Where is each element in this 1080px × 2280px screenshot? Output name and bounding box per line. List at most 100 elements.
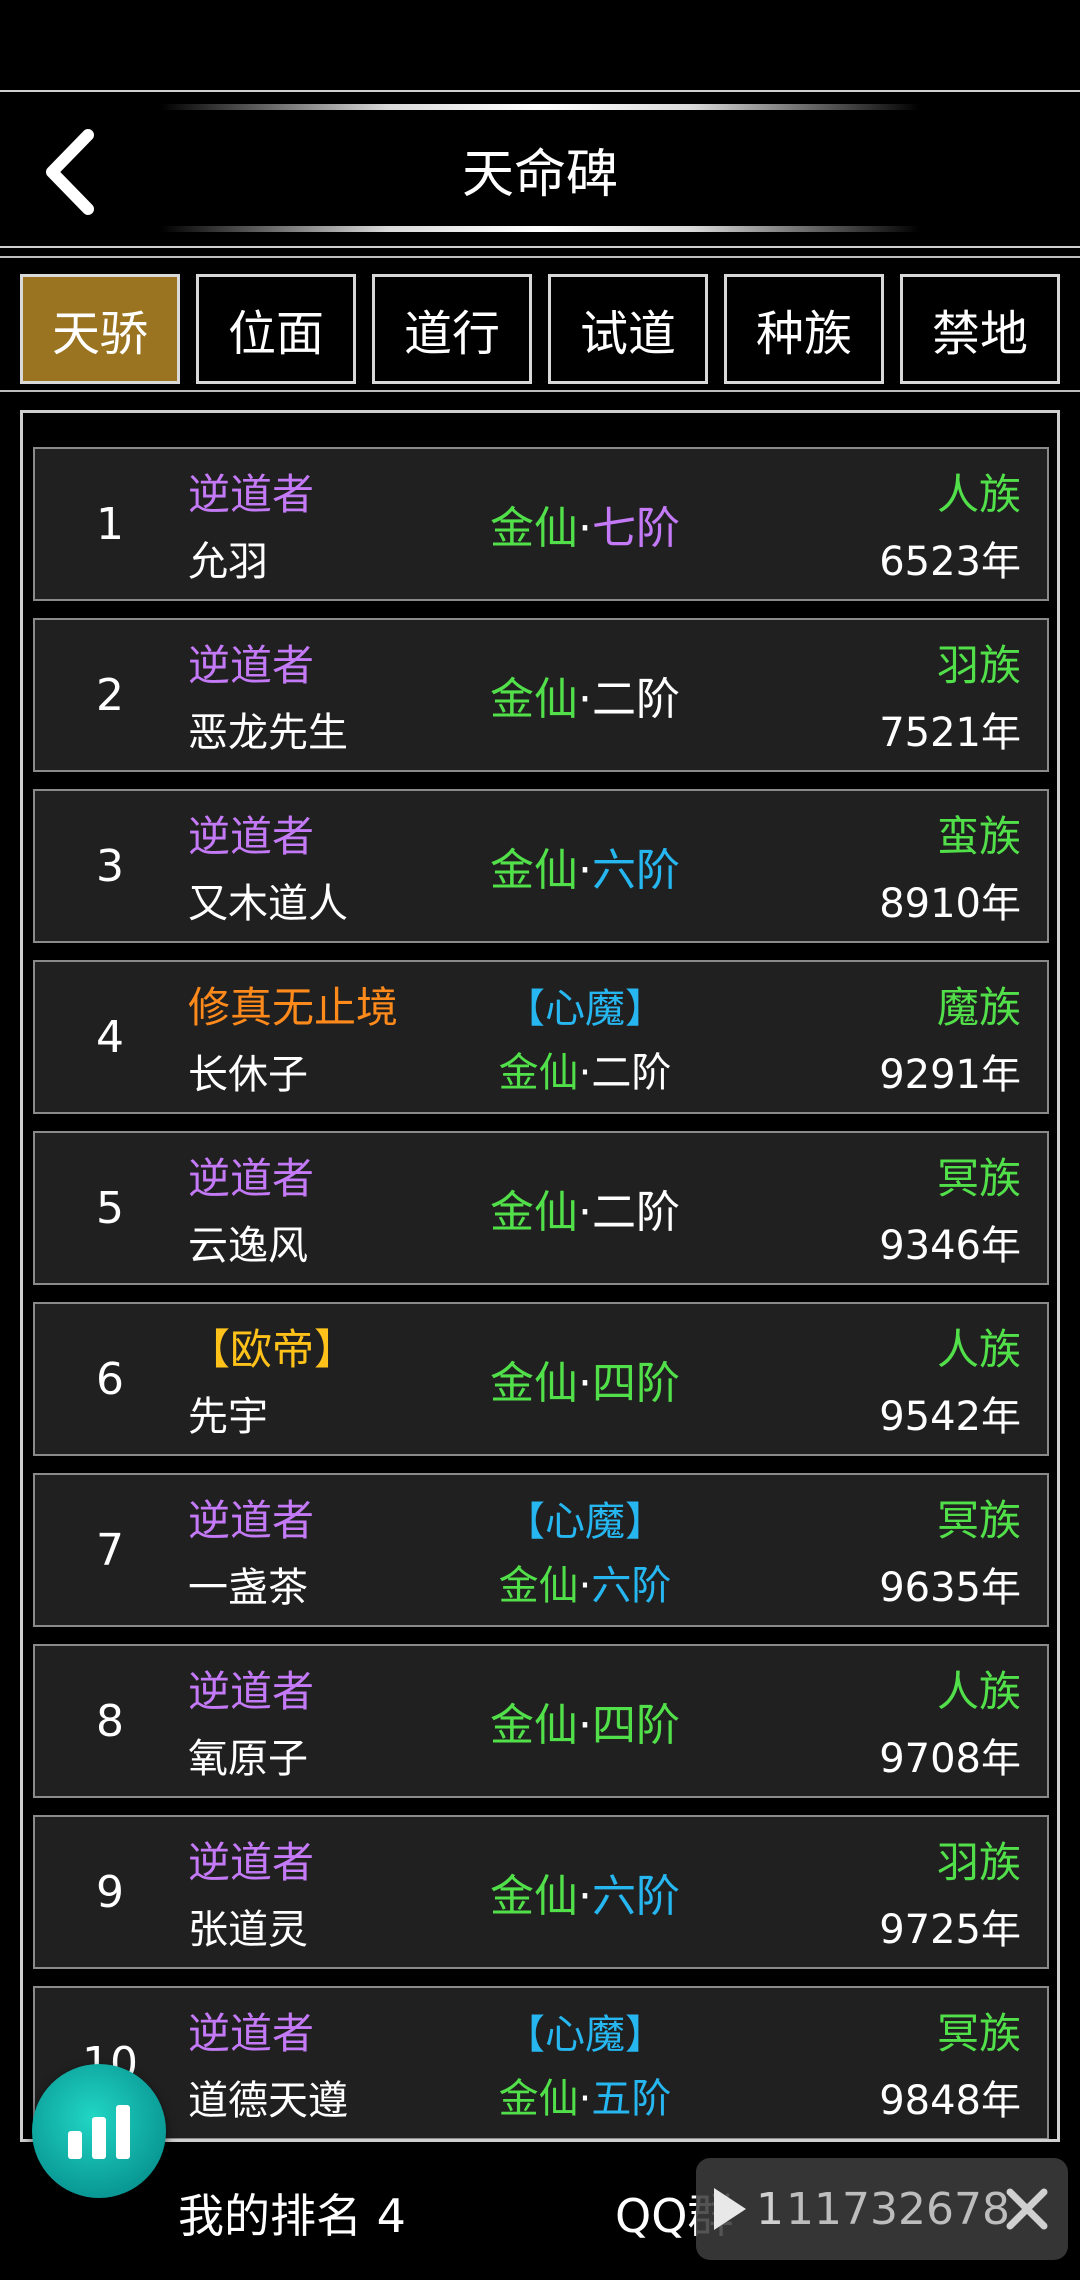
realm-stage: 二阶: [592, 674, 680, 725]
realm-name: 金仙: [498, 2076, 579, 2122]
player-name: 张道灵: [188, 1907, 308, 1953]
qq-number-overlay[interactable]: 1 11732678: [696, 2158, 1068, 2260]
header-shine-top: [160, 104, 920, 110]
my-rank-label: 我的排名 4: [178, 2189, 406, 2243]
realm-line: 金仙·二阶: [499, 1040, 672, 1098]
rank-number: 8: [96, 1695, 124, 1747]
realm-line: 金仙·四阶: [490, 1689, 680, 1753]
realm-dot: ·: [578, 1358, 592, 1409]
player-title: 逆道者: [188, 1154, 315, 1203]
player-race: 人族: [936, 1325, 1021, 1374]
ranking-row[interactable]: 3 逆道者 又木道人 金仙·六阶 蛮族 8910年: [33, 789, 1049, 943]
player-age: 9346年: [879, 1223, 1021, 1269]
close-icon[interactable]: [1002, 2184, 1052, 2234]
player-name: 恶龙先生: [188, 710, 348, 756]
realm-line: 金仙·七阶: [490, 492, 680, 556]
player-age: 9635年: [879, 1565, 1021, 1611]
qq-overlay-prefix: 1: [756, 2183, 784, 2235]
ranking-row[interactable]: 1 逆道者 允羽 金仙·七阶 人族 6523年: [33, 447, 1049, 601]
realm-dot: ·: [578, 674, 592, 725]
tab-jindi[interactable]: 禁地: [900, 274, 1060, 384]
tab-weimian[interactable]: 位面: [196, 274, 356, 384]
player-race: 冥族: [936, 1496, 1021, 1545]
realm-box: 金仙·六阶: [415, 791, 755, 941]
realm-box: 金仙·七阶: [415, 449, 755, 599]
ranking-row[interactable]: 10 逆道者 道德天遵 【心魔】 金仙·五阶 冥族 9848年: [33, 1986, 1049, 2139]
realm-name: 金仙: [490, 1187, 578, 1238]
stats-fab-button[interactable]: [32, 2064, 166, 2198]
player-name: 又木道人: [188, 881, 348, 927]
player-race: 羽族: [936, 641, 1021, 690]
realm-name: 金仙: [490, 503, 578, 554]
rank-number: 9: [96, 1866, 124, 1918]
player-race: 人族: [936, 470, 1021, 519]
realm-box: 金仙·二阶: [415, 620, 755, 770]
realm-stage: 四阶: [592, 1700, 680, 1751]
player-age: 6523年: [879, 539, 1021, 585]
player-title: 逆道者: [188, 1667, 315, 1716]
tab-tianjiao[interactable]: 天骄: [20, 274, 180, 384]
rank-number: 4: [96, 1011, 124, 1063]
player-age: 9725年: [879, 1907, 1021, 1953]
ranking-row[interactable]: 7 逆道者 一盏茶 【心魔】 金仙·六阶 冥族 9635年: [33, 1473, 1049, 1627]
tab-zhongzu[interactable]: 种族: [724, 274, 884, 384]
tab-daoxing[interactable]: 道行: [372, 274, 532, 384]
ranking-row[interactable]: 2 逆道者 恶龙先生 金仙·二阶 羽族 7521年: [33, 618, 1049, 772]
realm-dot: ·: [578, 2076, 592, 2122]
tab-bar: 天骄 位面 道行 试道 种族 禁地: [0, 256, 1080, 392]
player-age: 8910年: [879, 881, 1021, 927]
realm-name: 金仙: [490, 1700, 578, 1751]
rank-number: 6: [96, 1353, 124, 1405]
realm-stage: 二阶: [591, 1050, 672, 1096]
realm-line: 金仙·六阶: [490, 834, 680, 898]
realm-line: 金仙·六阶: [490, 1860, 680, 1924]
tab-shidao[interactable]: 试道: [548, 274, 708, 384]
player-age: 9848年: [879, 2078, 1021, 2124]
header-bar: 天命碑: [0, 90, 1080, 248]
bar-chart-icon: [68, 2105, 130, 2159]
realm-dot: ·: [578, 1563, 592, 1609]
player-name: 长休子: [188, 1052, 308, 1098]
player-name: 一盏茶: [188, 1565, 308, 1611]
realm-name: 金仙: [490, 845, 578, 896]
realm-dot: ·: [578, 1871, 592, 1922]
realm-name: 金仙: [498, 1050, 579, 1096]
heart-demon-tag: 【心魔】: [505, 986, 665, 1032]
rank-number: 3: [96, 840, 124, 892]
realm-line: 金仙·二阶: [490, 1176, 680, 1240]
realm-box: 金仙·四阶: [415, 1304, 755, 1454]
player-title: 逆道者: [188, 470, 315, 519]
ranking-row[interactable]: 9 逆道者张道灵 金仙·六阶 羽族 9725年: [33, 1815, 1049, 1969]
realm-stage: 六阶: [591, 1563, 672, 1609]
realm-stage: 二阶: [592, 1187, 680, 1238]
realm-dot: ·: [578, 1700, 592, 1751]
player-name: 先宇: [188, 1394, 268, 1440]
player-age: 9708年: [879, 1736, 1021, 1782]
realm-line: 金仙·六阶: [499, 1553, 672, 1611]
realm-box: 金仙·二阶: [415, 1133, 755, 1283]
player-race: 冥族: [936, 1154, 1021, 1203]
player-title: 【欧帝】: [188, 1325, 357, 1374]
player-title: 逆道者: [188, 1838, 315, 1887]
player-race: 魔族: [936, 983, 1021, 1032]
page-title: 天命碑: [461, 145, 618, 205]
app-root: 天命碑 天骄 位面 道行 试道 种族 禁地 1 逆道者 允羽 金仙·七阶 人族 6523年…: [0, 0, 1080, 2280]
rank-number: 2: [96, 669, 124, 721]
ranking-list[interactable]: 1 逆道者 允羽 金仙·七阶 人族 6523年 2 逆道者 恶龙先生 金仙·二阶 羽族 7521年 3 逆…: [20, 410, 1060, 2142]
player-race: 羽族: [936, 1838, 1021, 1887]
ranking-row[interactable]: 5 逆道者 云逸风 金仙·二阶 冥族 9346年: [33, 1131, 1049, 1285]
player-age: 9542年: [879, 1394, 1021, 1440]
realm-stage: 六阶: [592, 1871, 680, 1922]
realm-line: 金仙·二阶: [490, 663, 680, 727]
player-name: 允羽: [188, 539, 268, 585]
realm-name: 金仙: [490, 674, 578, 725]
realm-stage: 五阶: [591, 2076, 672, 2122]
realm-name: 金仙: [490, 1358, 578, 1409]
ranking-row[interactable]: 8 逆道者 氧原子 金仙·四阶 人族 9708年: [33, 1644, 1049, 1798]
realm-stage: 四阶: [592, 1358, 680, 1409]
player-race: 人族: [936, 1667, 1021, 1716]
ranking-row[interactable]: 6 【欧帝】先宇 金仙·四阶 人族 9542年: [33, 1302, 1049, 1456]
ranking-row[interactable]: 4 修真无止境 长休子 【心魔】 金仙·二阶 魔族 9291年: [33, 960, 1049, 1114]
player-title: 逆道者: [188, 812, 315, 861]
realm-stage: 六阶: [592, 845, 680, 896]
